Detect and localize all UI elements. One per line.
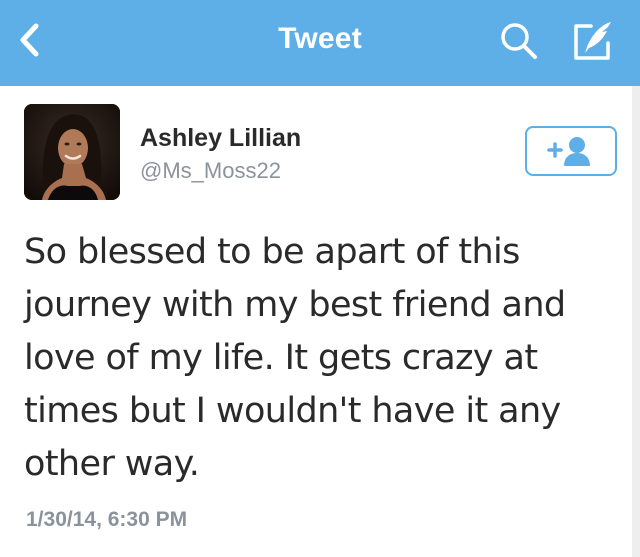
search-icon bbox=[501, 23, 537, 59]
follow-button[interactable] bbox=[525, 126, 617, 176]
scroll-edge bbox=[632, 86, 640, 557]
tweet-timestamp: 1/30/14, 6:30 PM bbox=[26, 508, 188, 531]
tweet-detail-screen: Tweet Ashley Lillian @Ms_Moss22 So bless… bbox=[0, 0, 640, 557]
page-title: Tweet bbox=[278, 22, 362, 55]
author-display-name[interactable]: Ashley Lillian bbox=[140, 124, 301, 153]
search-button[interactable] bbox=[494, 16, 544, 66]
navigation-bar: Tweet bbox=[0, 0, 640, 86]
tweet-text: So blessed to be apart of this journey w… bbox=[24, 232, 566, 484]
add-user-icon bbox=[547, 137, 590, 166]
profile-photo bbox=[24, 104, 120, 200]
compose-icon bbox=[574, 22, 611, 60]
avatar[interactable] bbox=[24, 104, 120, 200]
author-handle[interactable]: @Ms_Moss22 bbox=[140, 158, 281, 184]
compose-tweet-button[interactable] bbox=[566, 14, 620, 68]
